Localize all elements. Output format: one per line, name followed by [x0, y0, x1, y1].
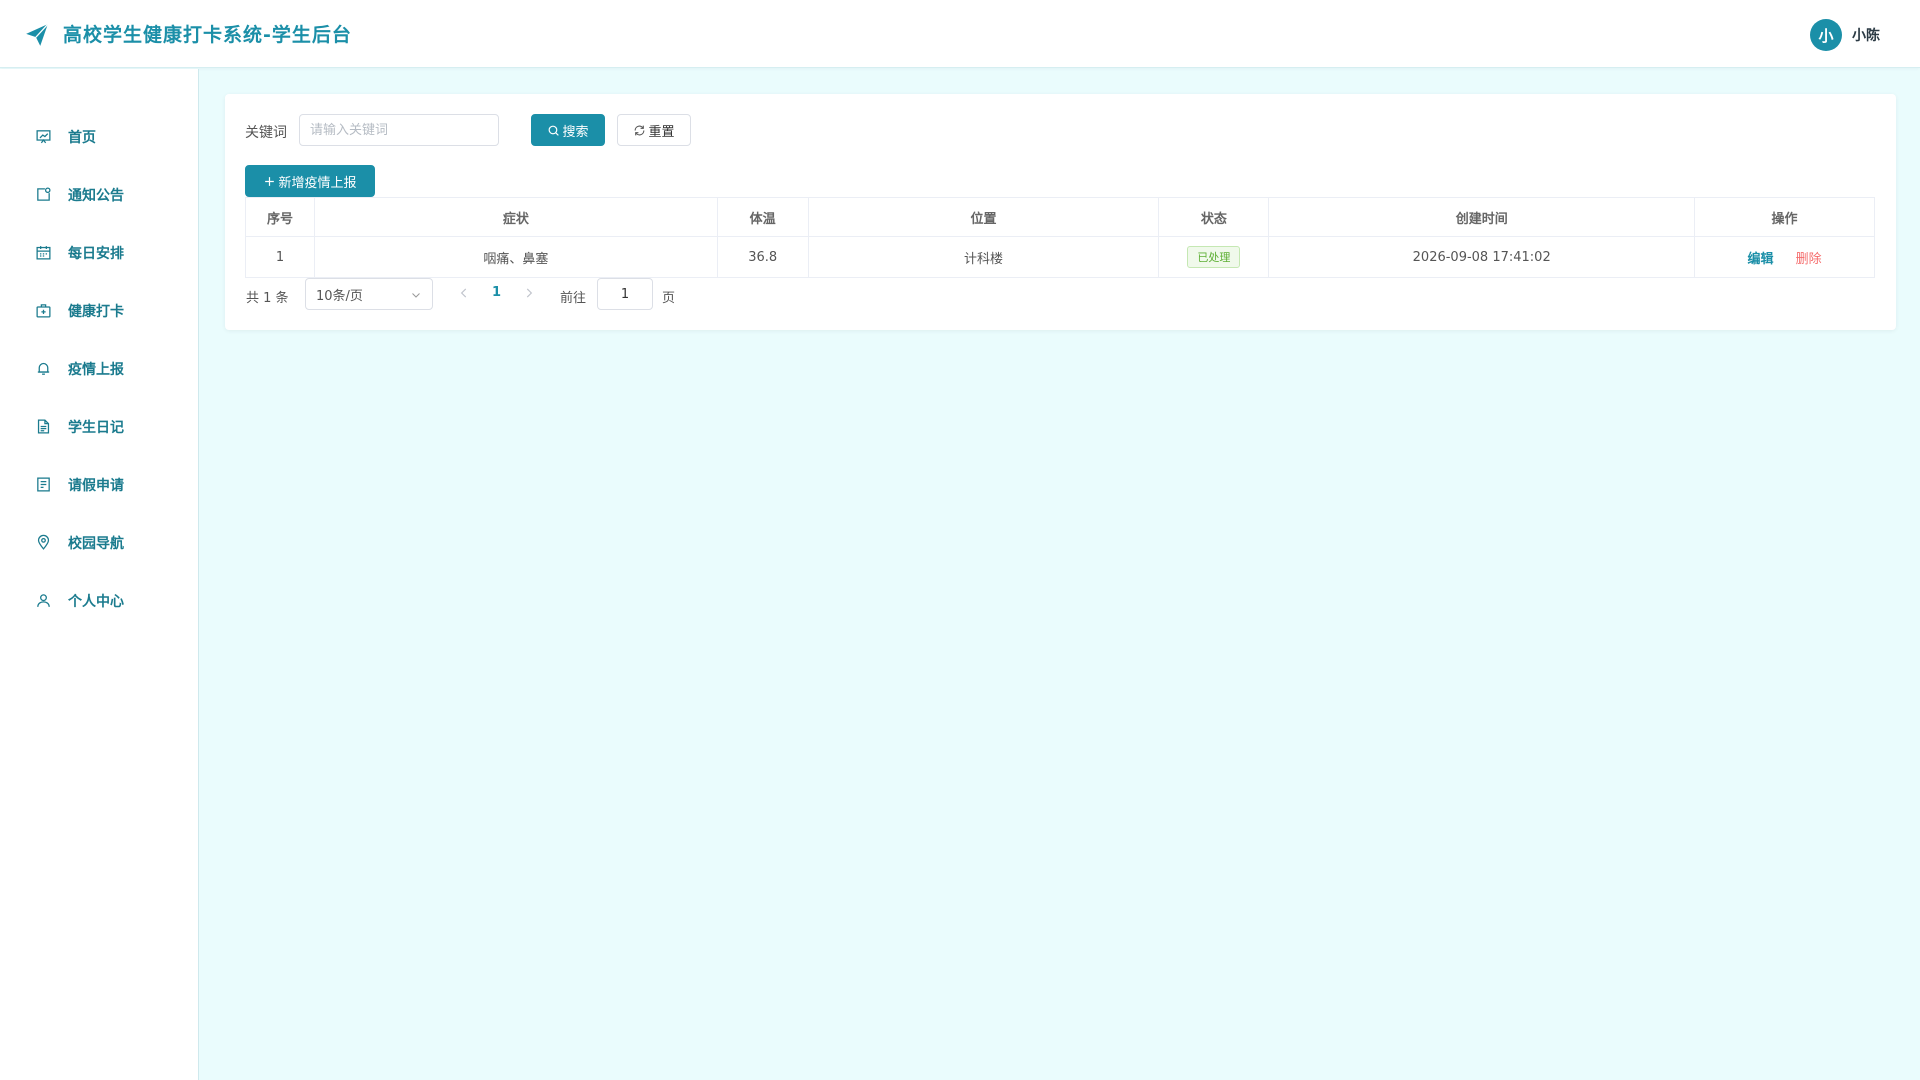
document-icon	[37, 419, 50, 434]
sidebar-item-label: 健康打卡	[68, 304, 124, 320]
location-icon	[37, 534, 50, 550]
sidebar-item-label: 首页	[68, 130, 96, 146]
avatar[interactable]: 小	[1810, 19, 1842, 51]
sidebar-item-epidemic-report[interactable]: 疫情上报	[0, 348, 199, 388]
cell-actions: 编辑 删除	[1694, 236, 1875, 278]
username[interactable]: 小陈	[1852, 25, 1880, 45]
status-badge: 已处理	[1187, 246, 1241, 268]
sidebar-item-label: 每日安排	[68, 246, 124, 262]
sidebar-item-label: 请假申请	[68, 478, 124, 494]
search-icon	[549, 125, 560, 136]
add-report-button[interactable]: 新增疫情上报	[245, 165, 375, 197]
column-header-temperature: 体温	[716, 197, 809, 237]
app-title: 高校学生健康打卡系统-学生后台	[63, 24, 352, 46]
refresh-icon	[635, 125, 645, 135]
sidebar-item-home[interactable]: 首页	[0, 116, 199, 156]
cell-created-time: 2026-09-08 17:41:02	[1268, 236, 1696, 278]
paper-plane-icon	[26, 23, 49, 46]
sidebar-item-leave-request[interactable]: 请假申请	[0, 464, 199, 504]
sidebar-item-profile[interactable]: 个人中心	[0, 580, 199, 620]
cell-index: 1	[245, 236, 315, 278]
table-header-row: 序号 症状 体温 位置 状态 创建时间 操作	[245, 197, 1875, 237]
plus-icon	[265, 176, 275, 186]
calendar-icon	[36, 246, 51, 260]
bell-icon	[37, 362, 50, 375]
chevron-left-icon[interactable]	[457, 286, 471, 300]
search-button[interactable]: 搜索	[531, 114, 605, 146]
column-header-actions: 操作	[1694, 197, 1875, 237]
column-header-status: 状态	[1158, 197, 1270, 237]
content-panel: 关键词 搜索 重置 新增疫情上报 序号 症状 体温 位置 状态 创建时间 操作	[225, 94, 1896, 330]
chevron-down-icon	[412, 293, 420, 298]
sidebar-item-notice[interactable]: 通知公告	[0, 174, 199, 214]
add-report-button-label: 新增疫情上报	[278, 175, 357, 191]
cell-status: 已处理	[1158, 236, 1270, 278]
sidebar-item-label: 校园导航	[68, 536, 124, 552]
sidebar-item-schedule[interactable]: 每日安排	[0, 232, 199, 272]
page-number-current[interactable]: 1	[492, 285, 501, 300]
goto-page-input[interactable]	[597, 278, 653, 310]
cell-location: 计科楼	[807, 236, 1160, 278]
report-table: 序号 症状 体温 位置 状态 创建时间 操作 1 咽痛、鼻塞 36.8 计科楼 …	[245, 197, 1875, 278]
column-header-location: 位置	[807, 197, 1160, 237]
sidebar-item-campus-navigation[interactable]: 校园导航	[0, 522, 199, 562]
reset-button[interactable]: 重置	[617, 114, 691, 146]
keyword-input[interactable]	[299, 114, 499, 146]
sidebar: 首页 通知公告 每日安排 健康打卡 疫情上报 学生日记 请假申请 校园导航 个人…	[0, 69, 199, 1080]
edit-button[interactable]: 编辑	[1747, 252, 1773, 267]
form-icon	[37, 477, 50, 492]
sidebar-item-label: 通知公告	[68, 188, 124, 204]
sidebar-item-label: 个人中心	[68, 594, 124, 610]
page-suffix-label: 页	[662, 291, 676, 306]
table-row: 1 咽痛、鼻塞 36.8 计科楼 已处理 2026-09-08 17:41:02…	[245, 236, 1875, 278]
sidebar-item-health-checkin[interactable]: 健康打卡	[0, 290, 199, 330]
column-header-index: 序号	[245, 197, 315, 237]
sidebar-item-label: 学生日记	[68, 420, 124, 436]
delete-button[interactable]: 删除	[1796, 252, 1822, 267]
goto-label: 前往	[560, 291, 587, 306]
keyword-label: 关键词	[245, 125, 287, 141]
first-aid-icon	[36, 304, 51, 318]
user-icon	[37, 594, 50, 607]
search-button-label: 搜索	[562, 124, 589, 140]
chevron-right-icon[interactable]	[522, 286, 536, 300]
notice-icon	[37, 187, 51, 201]
column-header-symptom: 症状	[313, 197, 718, 237]
sidebar-item-diary[interactable]: 学生日记	[0, 406, 199, 446]
page-size-value: 10条/页	[316, 288, 363, 304]
dashboard-icon	[36, 130, 51, 144]
reset-button-label: 重置	[648, 124, 675, 140]
page-size-select[interactable]: 10条/页	[305, 278, 433, 310]
column-header-created-time: 创建时间	[1268, 197, 1696, 237]
cell-temperature: 36.8	[716, 236, 809, 278]
sidebar-item-label: 疫情上报	[68, 362, 124, 378]
pagination-total: 共 1 条	[246, 291, 289, 306]
cell-symptom: 咽痛、鼻塞	[313, 236, 718, 278]
top-header: 高校学生健康打卡系统-学生后台 小 小陈	[0, 0, 1920, 68]
